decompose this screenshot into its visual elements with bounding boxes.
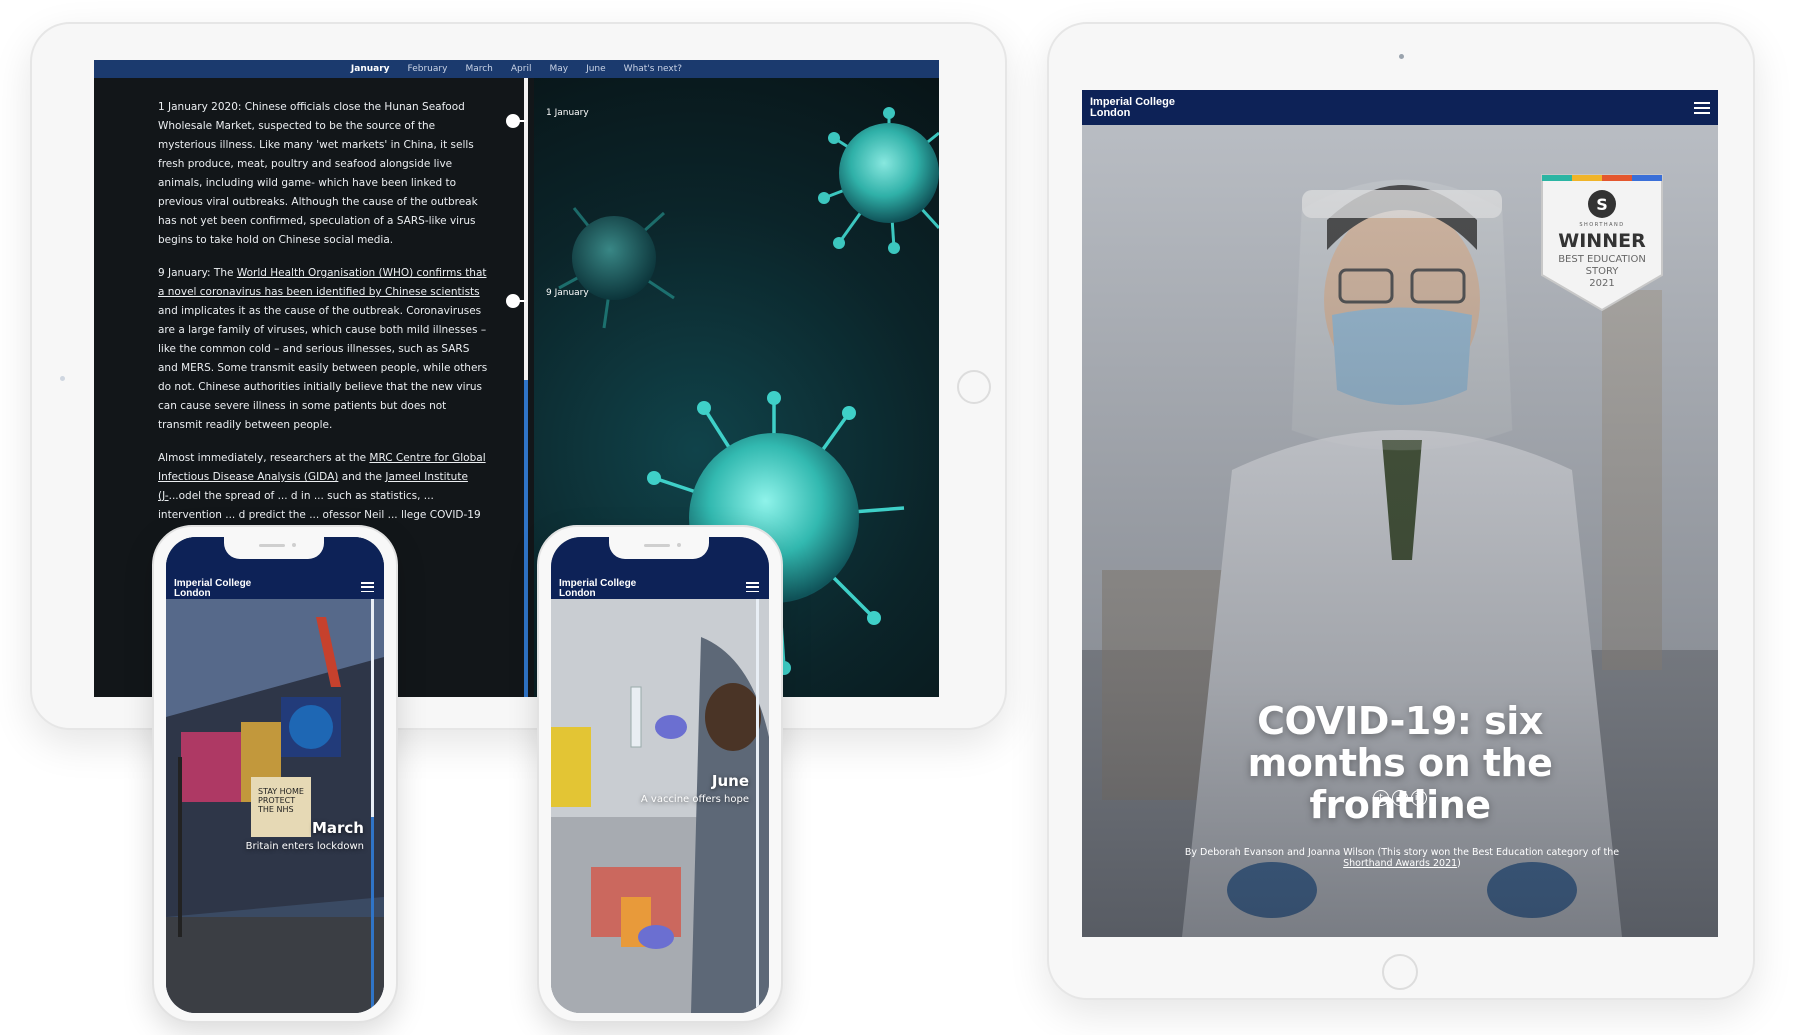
phone-screen: STAY HOME PROTECT THE NHS Imperial Colle… <box>166 537 384 1013</box>
timeline-connector <box>518 300 526 302</box>
home-button[interactable] <box>1382 954 1418 990</box>
menu-icon[interactable] <box>746 582 759 592</box>
badge-brand: SHORTHAND <box>1579 222 1625 228</box>
chapter-caption: A vaccine offers hope <box>640 794 749 805</box>
month-nav: January February March April May June Wh… <box>94 60 939 78</box>
badge-story: STORY <box>1585 266 1619 277</box>
chapter-caption: Britain enters lockdown <box>245 841 364 852</box>
phone-march: STAY HOME PROTECT THE NHS Imperial Colle… <box>152 525 398 1023</box>
timeline-label-1: 1 January <box>546 108 589 118</box>
facebook-icon[interactable]: f <box>1392 790 1408 806</box>
camera-dot <box>60 376 65 381</box>
shorthand-awards-link[interactable]: Shorthand Awards 2021 <box>1343 858 1457 869</box>
virus-mid <box>558 207 675 329</box>
ipad-portrait-frame: Imperial College London S SHORTHAND WINN… <box>1047 22 1755 1000</box>
social-share: t f in <box>1082 790 1718 806</box>
imperial-logo[interactable]: Imperial College London <box>1090 96 1180 119</box>
chapter-month: June <box>711 772 749 790</box>
story-cover-screen: Imperial College London S SHORTHAND WINN… <box>1082 90 1718 937</box>
month-tab-january[interactable]: January <box>351 64 390 74</box>
story-title: COVID-19: six months on the frontline <box>1247 699 1553 827</box>
piccadilly-photo <box>166 537 384 1013</box>
paragraph-text: and the <box>338 471 386 483</box>
paragraph-text: Almost immediately, researchers at the <box>158 452 370 464</box>
phone-screen: Imperial College London June A vaccine o… <box>551 537 769 1013</box>
linkedin-icon[interactable]: in <box>1411 790 1427 806</box>
badge-winner: WINNER <box>1558 230 1646 252</box>
timeline-connector <box>518 120 526 122</box>
twitter-icon[interactable]: t <box>1373 790 1389 806</box>
phone-june: Imperial College London June A vaccine o… <box>537 525 783 1023</box>
badge-category: BEST EDUCATION <box>1558 254 1646 265</box>
entry-paragraph-2: 9 January: The World Health Organisation… <box>158 264 492 435</box>
paragraph-text: 9 January: The <box>158 267 237 279</box>
byline-text: By Deborah Evanson and Joanna Wilson (Th… <box>1184 847 1620 858</box>
menu-icon[interactable] <box>361 582 374 592</box>
entry-paragraph-1: 1 January 2020: Chinese officials close … <box>158 101 478 246</box>
sign-line: STAY HOME <box>258 787 304 796</box>
month-tab-february[interactable]: February <box>408 64 448 74</box>
timeline-text: 1 January 2020: Chinese officials close … <box>158 98 492 539</box>
imperial-logo[interactable]: Imperial College London <box>559 579 639 599</box>
virus-top <box>818 107 939 254</box>
progress-track <box>756 599 759 1013</box>
progress-fill <box>371 817 374 1013</box>
month-tab-may[interactable]: May <box>549 64 568 74</box>
badge-letter: S <box>1596 195 1608 214</box>
sign-line: THE NHS <box>258 805 294 814</box>
home-button[interactable] <box>957 370 991 404</box>
month-tab-april[interactable]: April <box>511 64 532 74</box>
sign-text: STAY HOME PROTECT THE NHS <box>258 787 304 814</box>
paragraph-text: and implicates it as the cause of the ou… <box>158 305 488 431</box>
sign-line: PROTECT <box>258 796 296 805</box>
month-tab-march[interactable]: March <box>465 64 492 74</box>
menu-icon[interactable] <box>1694 101 1710 114</box>
month-tab-whats-next[interactable]: What's next? <box>624 64 682 74</box>
timeline-label-2: 9 January <box>546 288 589 298</box>
badge-year: 2021 <box>1589 278 1615 289</box>
device-showcase: January February March April May June Wh… <box>0 0 1795 1035</box>
phone-notch <box>224 537 324 559</box>
imperial-logo[interactable]: Imperial College London <box>174 579 254 599</box>
camera-dot <box>1399 54 1404 59</box>
paragraph-text: ...odel the spread of ... d in ... such … <box>158 490 481 521</box>
chapter-month: March <box>311 819 364 837</box>
timeline-progress <box>524 380 528 697</box>
month-tab-june[interactable]: June <box>586 64 606 74</box>
phone-notch <box>609 537 709 559</box>
byline-text: ) <box>1457 858 1461 869</box>
site-header: Imperial College London <box>1082 90 1718 125</box>
award-badge: S SHORTHAND WINNER BEST EDUCATION STORY … <box>1537 170 1667 315</box>
byline: By Deborah Evanson and Joanna Wilson (Th… <box>1172 847 1632 869</box>
entry-paragraph-3: Almost immediately, researchers at the M… <box>158 449 492 525</box>
